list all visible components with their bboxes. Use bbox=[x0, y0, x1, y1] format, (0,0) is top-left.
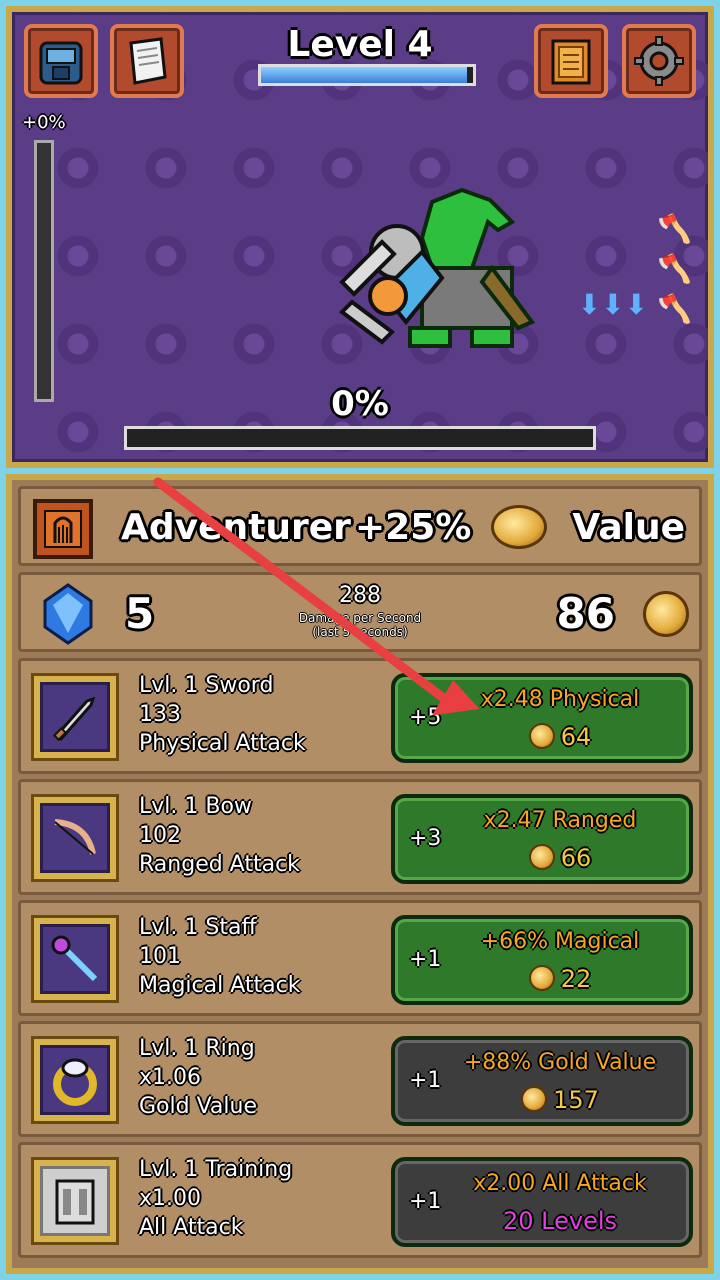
item-frame bbox=[31, 673, 119, 761]
item-row-bow: Lvl. 1 Bow 102 Ranged Attack +3 x2.47 Ra… bbox=[18, 779, 702, 895]
item-text: Lvl. 1 Training x1.00 All Attack bbox=[139, 1155, 292, 1242]
item-frame bbox=[31, 794, 119, 882]
item-row-sword: Lvl. 1 Sword 133 Physical Attack +5 x2.4… bbox=[18, 658, 702, 774]
upgrade-effect: +88% Gold Value bbox=[463, 1050, 657, 1075]
class-row[interactable]: Adventurer +25% Value bbox=[18, 486, 702, 566]
item-name: Lvl. 1 Staff bbox=[139, 915, 257, 940]
ring-icon bbox=[40, 1045, 110, 1115]
side-gauge-label: +0% bbox=[22, 112, 66, 133]
status-effects: 🪓 🪓 ⬇⬇⬇ 🪓 bbox=[578, 212, 698, 332]
upgrade-cost: 157 bbox=[431, 1086, 689, 1114]
level-progress-fill bbox=[261, 67, 467, 83]
item-name: Lvl. 1 Training bbox=[139, 1157, 293, 1182]
item-text: Lvl. 1 Sword 133 Physical Attack bbox=[139, 671, 306, 758]
gold-count: 86 bbox=[556, 589, 615, 638]
axe-sparkle-icon: 🪓 bbox=[657, 292, 692, 325]
item-stat: 101 bbox=[139, 944, 181, 969]
item-type: Ranged Attack bbox=[139, 852, 300, 877]
item-row-staff: Lvl. 1 Staff 101 Magical Attack +1 +66% … bbox=[18, 900, 702, 1016]
item-frame bbox=[31, 1036, 119, 1124]
upgrade-cost: 64 bbox=[431, 723, 689, 751]
class-emblem-icon bbox=[33, 499, 93, 559]
item-stat: x1.06 bbox=[139, 1065, 202, 1090]
item-frame bbox=[31, 1157, 119, 1245]
upgrade-cost: 66 bbox=[431, 844, 689, 872]
goblin-monster[interactable] bbox=[322, 182, 552, 352]
class-bonus: +25% bbox=[355, 507, 472, 548]
monster-progress-bar bbox=[124, 426, 596, 450]
level-progress-bar bbox=[258, 64, 476, 86]
upgrade-panel: Adventurer +25% Value 5 288 Damage per S… bbox=[6, 474, 714, 1274]
item-type: Physical Attack bbox=[139, 731, 306, 756]
upgrade-cost: 20 Levels bbox=[431, 1207, 689, 1235]
item-name: Lvl. 1 Ring bbox=[139, 1036, 255, 1061]
item-type: Magical Attack bbox=[139, 973, 301, 998]
item-stat: x1.00 bbox=[139, 1186, 202, 1211]
item-type: Gold Value bbox=[139, 1094, 257, 1119]
upgrade-button[interactable]: +5 x2.48 Physical 64 bbox=[391, 673, 693, 763]
gold-coin-icon bbox=[528, 723, 555, 749]
upgrade-cost-value: 22 bbox=[560, 965, 592, 993]
class-bonus-stat: Value bbox=[572, 507, 685, 548]
upgrade-effect: x2.47 Ranged bbox=[483, 808, 637, 833]
battle-area[interactable]: Level 4 +0% 🪓 🪓 ⬇⬇⬇ 🪓 0% bbox=[6, 6, 714, 468]
item-stat: 133 bbox=[139, 702, 181, 727]
gold-coin-icon bbox=[521, 1086, 548, 1112]
game-frame: Level 4 +0% 🪓 🪓 ⬇⬇⬇ 🪓 0% Adventurer +25%… bbox=[0, 0, 720, 1280]
item-text: Lvl. 1 Staff 101 Magical Attack bbox=[139, 913, 300, 1000]
item-name: Lvl. 1 Sword bbox=[139, 673, 274, 698]
item-name: Lvl. 1 Bow bbox=[139, 794, 252, 819]
upgrade-cost-value: 20 Levels bbox=[502, 1207, 618, 1235]
upgrade-button[interactable]: +3 x2.47 Ranged 66 bbox=[391, 794, 693, 884]
item-type: All Attack bbox=[139, 1215, 244, 1240]
bow-icon bbox=[40, 803, 110, 873]
gold-coin-icon bbox=[528, 844, 555, 870]
sword-icon bbox=[40, 682, 110, 752]
upgrade-cost: 22 bbox=[431, 965, 689, 993]
staff-icon bbox=[40, 924, 110, 994]
blue-arrows-icon: ⬇⬇⬇ bbox=[577, 288, 648, 321]
side-gauge bbox=[34, 140, 54, 402]
item-stat: 102 bbox=[139, 823, 181, 848]
upgrade-effect: +66% Magical bbox=[480, 929, 640, 954]
stats-row: 5 288 Damage per Second (last 5 seconds)… bbox=[18, 572, 702, 652]
item-row-ring: Lvl. 1 Ring x1.06 Gold Value +1 +88% Gol… bbox=[18, 1021, 702, 1137]
gold-coin-icon bbox=[491, 505, 547, 549]
item-frame bbox=[31, 915, 119, 1003]
upgrade-cost-value: 157 bbox=[553, 1086, 599, 1114]
upgrade-cost-value: 66 bbox=[560, 844, 592, 872]
upgrade-effect: x2.48 Physical bbox=[480, 687, 640, 712]
item-row-armor: Lvl. 1 Training x1.00 All Attack +1 x2.0… bbox=[18, 1142, 702, 1258]
red-axe-icon: 🪓 bbox=[657, 212, 692, 245]
upgrade-button[interactable]: +1 +66% Magical 22 bbox=[391, 915, 693, 1005]
upgrade-effect: x2.00 All Attack bbox=[473, 1171, 647, 1196]
upgrade-button[interactable]: +1 +88% Gold Value 157 bbox=[391, 1036, 693, 1126]
upgrade-button[interactable]: +1 x2.00 All Attack 20 Levels bbox=[391, 1157, 693, 1247]
green-axe-icon: 🪓 bbox=[657, 252, 692, 285]
class-name: Adventurer bbox=[121, 507, 351, 548]
item-text: Lvl. 1 Ring x1.06 Gold Value bbox=[139, 1034, 257, 1121]
gold-coin-icon bbox=[528, 965, 555, 991]
item-text: Lvl. 1 Bow 102 Ranged Attack bbox=[139, 792, 300, 879]
armor-icon bbox=[40, 1166, 110, 1236]
gold-coin-icon bbox=[643, 591, 689, 637]
upgrade-cost-value: 64 bbox=[560, 723, 592, 751]
monster-progress-label: 0% bbox=[331, 384, 389, 424]
level-title: Level 4 bbox=[287, 24, 433, 65]
